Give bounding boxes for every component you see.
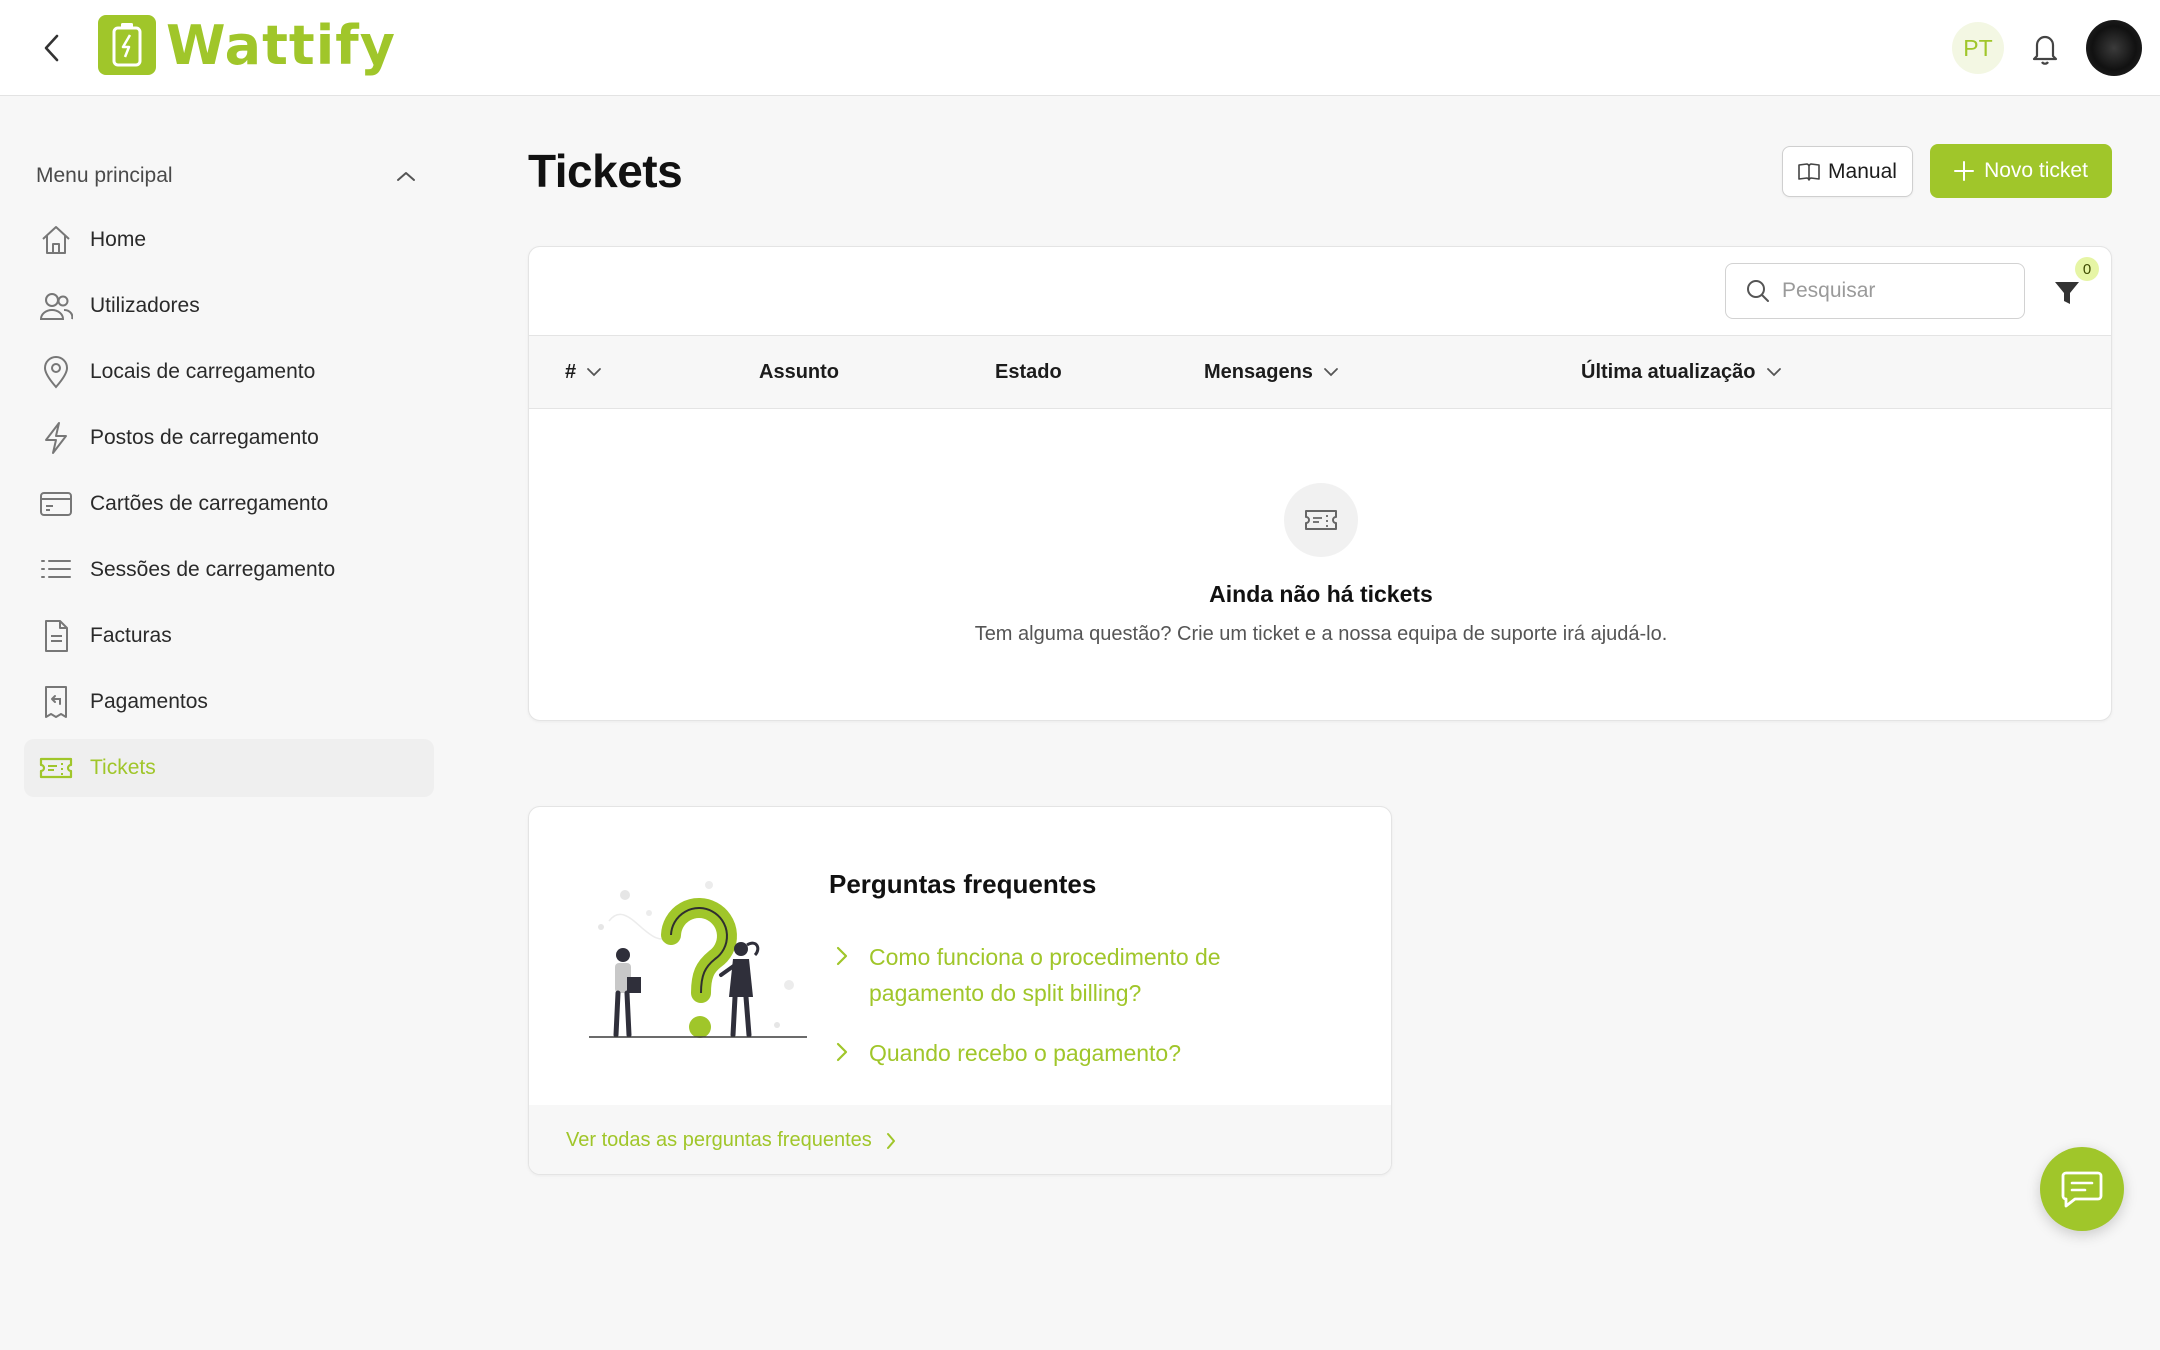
notifications-button[interactable]: [2028, 30, 2062, 66]
chevron-down-icon: [1766, 368, 1781, 377]
filter-icon: [2055, 282, 2079, 304]
faq-question-link[interactable]: Como funciona o procedimento de pagament…: [835, 939, 1269, 1011]
table-header: # Assunto Estado Mensagens Última atuali…: [529, 335, 2111, 409]
manual-button[interactable]: Manual: [1782, 146, 1913, 197]
empty-state-ticket-icon: [1284, 483, 1358, 557]
document-icon: [38, 618, 74, 654]
faq-card: Perguntas frequentes Como funciona o pro…: [528, 806, 1392, 1175]
chat-button[interactable]: [2040, 1147, 2124, 1231]
faq-question-text: Quando recebo o pagamento?: [869, 1040, 1182, 1066]
sidebar-item-label: Tickets: [90, 756, 156, 779]
battery-logo-icon: [98, 15, 156, 75]
new-ticket-button[interactable]: Novo ticket: [1930, 144, 2112, 198]
sidebar-item-charging-cards[interactable]: Cartões de carregamento: [24, 475, 434, 533]
see-all-faq-link[interactable]: Ver todas as perguntas frequentes: [529, 1105, 1391, 1174]
page-title: Tickets: [528, 145, 683, 197]
plus-icon: [1954, 161, 1975, 181]
chevron-right-icon: [836, 946, 848, 966]
chevron-down-icon: [1324, 368, 1338, 377]
user-avatar[interactable]: [2086, 20, 2142, 76]
sidebar-item-label: Utilizadores: [90, 294, 200, 317]
sidebar-item-label: Locais de carregamento: [90, 360, 316, 383]
column-label: Mensagens: [1204, 360, 1313, 383]
sidebar-item-home[interactable]: Home: [24, 211, 434, 269]
column-subject[interactable]: Assunto: [759, 336, 839, 408]
language-selector[interactable]: PT: [1952, 22, 2004, 74]
chevron-up-icon: [397, 172, 415, 181]
home-icon: [38, 222, 74, 258]
sidebar-item-label: Home: [90, 228, 147, 251]
ticket-icon: [38, 750, 74, 786]
filter-count-badge: 0: [2075, 257, 2099, 281]
column-label: Assunto: [759, 360, 839, 383]
top-bar: Wattify PT: [0, 0, 2160, 96]
sidebar-item-charging-stations[interactable]: Postos de carregamento: [24, 409, 434, 467]
sidebar-item-label: Facturas: [90, 624, 172, 647]
faq-illustration: [589, 881, 807, 1038]
chat-bubble-icon: [2061, 1171, 2103, 1208]
manual-button-label: Manual: [1828, 159, 1897, 183]
sidebar-item-label: Sessões de carregamento: [90, 558, 336, 581]
receipt-icon: [38, 684, 74, 720]
map-pin-icon: [38, 354, 74, 390]
app-logo[interactable]: Wattify: [98, 13, 396, 77]
column-label: Última atualização: [1581, 360, 1756, 383]
faq-question-link[interactable]: Quando recebo o pagamento?: [835, 1035, 1269, 1071]
new-ticket-button-label: Novo ticket: [1984, 159, 2088, 182]
sidebar-item-tickets[interactable]: Tickets: [24, 739, 434, 797]
sidebar-item-label: Postos de carregamento: [90, 426, 319, 449]
empty-state-title: Ainda não há tickets: [1209, 581, 1433, 607]
chevron-right-icon: [836, 1042, 848, 1062]
book-icon: [1798, 162, 1820, 181]
column-status[interactable]: Estado: [995, 336, 1062, 408]
column-label: #: [565, 360, 577, 383]
faq-question-text: Como funciona o procedimento de pagament…: [869, 944, 1221, 1006]
list-icon: [38, 552, 74, 588]
sidebar-item-users[interactable]: Utilizadores: [24, 277, 434, 335]
column-label: Estado: [995, 360, 1062, 383]
bell-icon: [2032, 35, 2058, 65]
sidebar-item-label: Pagamentos: [90, 690, 208, 713]
users-icon: [38, 288, 74, 324]
sidebar-item-charging-sessions[interactable]: Sessões de carregamento: [24, 541, 434, 599]
lightning-icon: [38, 420, 74, 456]
app-name: Wattify: [166, 13, 396, 77]
sidebar-item-invoices[interactable]: Facturas: [24, 607, 434, 665]
search-box[interactable]: [1725, 263, 2025, 319]
chevron-down-icon: [587, 368, 602, 377]
back-button[interactable]: [36, 30, 66, 66]
tickets-table-card: 0 # Assunto Estado Mensagens Última atua…: [528, 246, 2112, 721]
credit-card-icon: [38, 486, 74, 522]
see-all-faq-label: Ver todas as perguntas frequentes: [566, 1129, 872, 1151]
sidebar-item-label: Cartões de carregamento: [90, 492, 329, 515]
faq-title: Perguntas frequentes: [829, 869, 1097, 899]
search-input[interactable]: [1782, 279, 2002, 303]
chevron-left-icon: [44, 34, 59, 62]
search-icon: [1747, 280, 1769, 302]
chevron-right-icon: [886, 1132, 895, 1149]
main-menu-title: Menu principal: [36, 164, 173, 187]
column-messages[interactable]: Mensagens: [1204, 336, 1339, 408]
column-last-updated[interactable]: Última atualização: [1581, 336, 1782, 408]
sidebar-item-payments[interactable]: Pagamentos: [24, 673, 434, 731]
sidebar-item-charging-locations[interactable]: Locais de carregamento: [24, 343, 434, 401]
main-menu-toggle[interactable]: Menu principal: [36, 158, 416, 194]
empty-state-text: Tem alguma questão? Crie um ticket e a n…: [974, 623, 1668, 645]
column-id[interactable]: #: [565, 336, 602, 408]
